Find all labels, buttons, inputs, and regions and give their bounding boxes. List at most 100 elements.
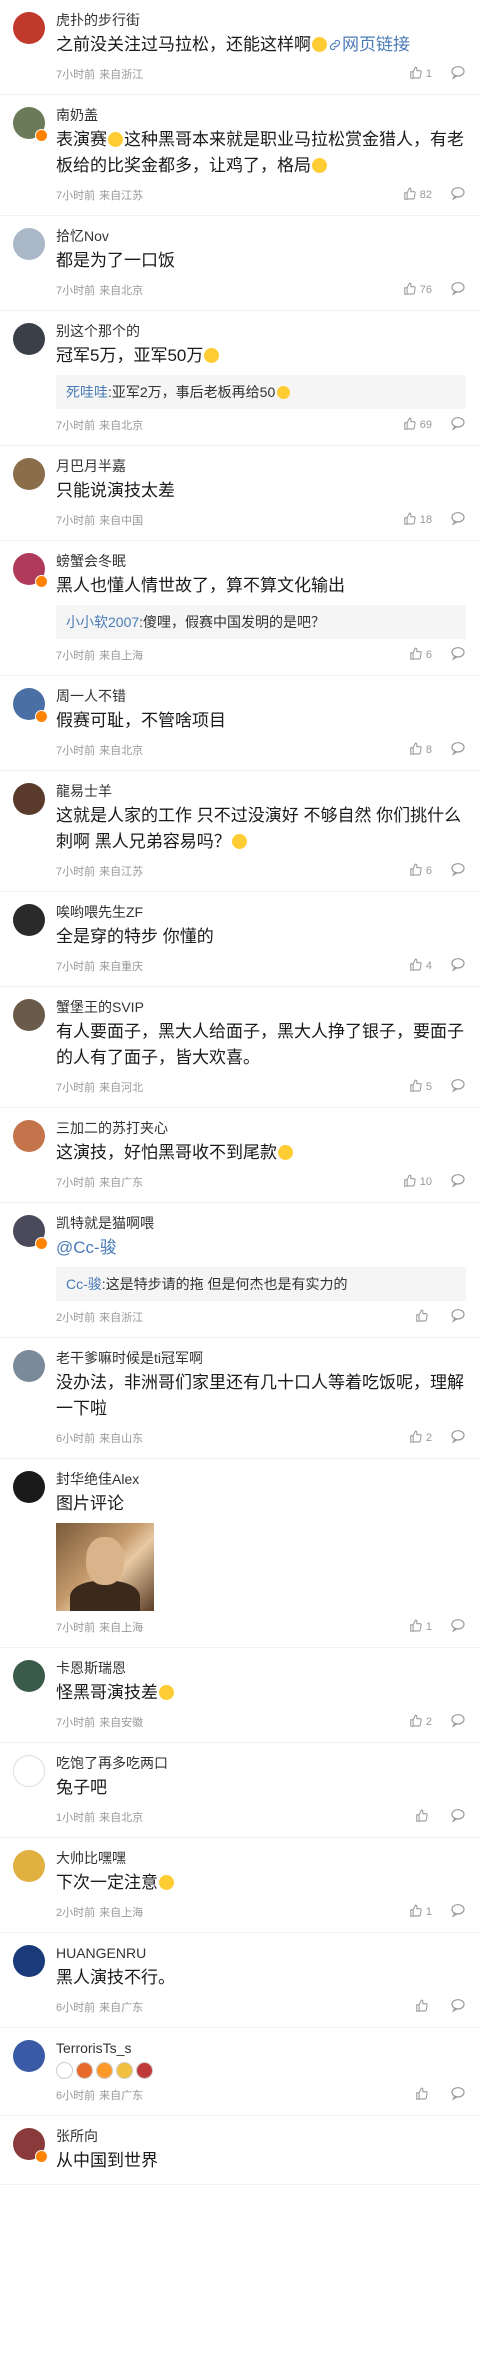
comment-bubble-icon[interactable]: [450, 1807, 466, 1828]
comment-item[interactable]: 大帅比嘿嘿 下次一定注意 2小时前 来自上海 1: [0, 1838, 480, 1933]
comment-author[interactable]: 南奶盖: [56, 103, 466, 125]
comment-bubble-icon[interactable]: [450, 1617, 466, 1638]
reply-preview[interactable]: 小小软2007:傻哩，假赛中国发明的是吧？: [56, 605, 466, 639]
like-button[interactable]: 6: [409, 647, 432, 664]
comment-author[interactable]: 拾忆Nov: [56, 224, 466, 246]
avatar[interactable]: [13, 458, 47, 492]
avatar[interactable]: [13, 323, 47, 357]
like-button[interactable]: 10: [403, 1174, 432, 1191]
avatar[interactable]: [13, 904, 47, 938]
comment-item[interactable]: 蟹堡王的SVIP 有人要面子，黑大人给面子，黑大人挣了银子，要面子的人有了面子，皆…: [0, 987, 480, 1108]
comment-bubble-icon[interactable]: [450, 740, 466, 761]
reply-author[interactable]: 小小软2007: [66, 614, 139, 630]
comment-author[interactable]: HUANGENRU: [56, 1941, 466, 1963]
comment-bubble-icon[interactable]: [450, 280, 466, 301]
comment-item[interactable]: 吃饱了再多吃两口 兔子吧 1小时前 来自北京: [0, 1743, 480, 1838]
avatar[interactable]: [13, 2040, 47, 2074]
comment-author[interactable]: 卡恩斯瑞恩: [56, 1656, 466, 1678]
comment-item[interactable]: 凯特就是猫啊喂 @Cc-骏 Cc-骏:这是特步请的拖 但是何杰也是有实力的 2小时前来…: [0, 1203, 480, 1338]
avatar[interactable]: [13, 783, 47, 817]
avatar[interactable]: [13, 1945, 47, 1979]
comment-bubble-icon[interactable]: [450, 1428, 466, 1449]
comment-bubble-icon[interactable]: [450, 64, 466, 85]
avatar[interactable]: [13, 228, 47, 262]
comment-item[interactable]: HUANGENRU 黑人演技不行。 6小时前 来自广东: [0, 1933, 480, 2028]
comment-author[interactable]: 张所向: [56, 2124, 466, 2146]
comment-author[interactable]: 三加二的苏打夹心: [56, 1116, 466, 1138]
like-button[interactable]: 1: [409, 66, 432, 83]
avatar[interactable]: [13, 2128, 48, 2163]
comment-author[interactable]: 周一人不错: [56, 684, 466, 706]
web-link[interactable]: 网页链接: [328, 35, 410, 54]
comment-bubble-icon[interactable]: [450, 1712, 466, 1733]
comment-bubble-icon[interactable]: [450, 1902, 466, 1923]
comment-author[interactable]: 虎扑的步行街: [56, 8, 466, 30]
like-button[interactable]: 18: [403, 512, 432, 529]
like-button[interactable]: 76: [403, 282, 432, 299]
comment-bubble-icon[interactable]: [450, 2085, 466, 2106]
comment-item[interactable]: 拾忆Nov 都是为了一口饭 7小时前 来自北京 76: [0, 216, 480, 311]
comment-item[interactable]: 封华绝佳Alex 图片评论 7小时前 来自上海 1: [0, 1459, 480, 1648]
comment-author[interactable]: 老干爹嘛时候是ti冠军啊: [56, 1346, 466, 1368]
like-button[interactable]: 1: [409, 1619, 432, 1636]
comment-bubble-icon[interactable]: [450, 510, 466, 531]
avatar[interactable]: [13, 688, 48, 723]
mention-link[interactable]: @Cc-骏: [56, 1238, 117, 1257]
reply-preview[interactable]: Cc-骏:这是特步请的拖 但是何杰也是有实力的: [56, 1267, 466, 1301]
comment-author[interactable]: 螃蟹会冬眠: [56, 549, 466, 571]
comment-item[interactable]: 老干爹嘛时候是ti冠军啊 没办法，非洲哥们家里还有几十口人等着吃饭呢，理解一下啦 6…: [0, 1338, 480, 1459]
like-button[interactable]: 2: [409, 1430, 432, 1447]
comment-author[interactable]: 凯特就是猫啊喂: [56, 1211, 466, 1233]
comment-item[interactable]: 张所向 从中国到世界: [0, 2116, 480, 2185]
avatar[interactable]: [13, 1850, 47, 1884]
comment-bubble-icon[interactable]: [450, 645, 466, 666]
comment-item[interactable]: TerrorisTs_s 6小时前 来自广东: [0, 2028, 480, 2116]
comment-bubble-icon[interactable]: [450, 1077, 466, 1098]
comment-item[interactable]: 南奶盖 表演赛 这种黑哥本来就是职业马拉松赏金猎人，有老板给的比奖金都多，让鸡了，格…: [0, 95, 480, 216]
comment-author[interactable]: 唉哟喂先生ZF: [56, 900, 466, 922]
comment-item[interactable]: 别这个那个的 冠军5万，亚军50万 死哇哇:亚军2万，事后老板再给50 7小时前 来自北…: [0, 311, 480, 446]
avatar[interactable]: [13, 1471, 47, 1505]
comment-item[interactable]: 虎扑的步行街 之前没关注过马拉松，还能这样啊 网页链接 7小时前 来自浙江 1: [0, 0, 480, 95]
comment-author[interactable]: TerrorisTs_s: [56, 2036, 466, 2058]
comment-item[interactable]: 唉哟喂先生ZF 全是穿的特步 你懂的 7小时前 来自重庆 4: [0, 892, 480, 987]
comment-item[interactable]: 卡恩斯瑞恩 怪黑哥演技差 7小时前 来自安徽 2: [0, 1648, 480, 1743]
comment-author[interactable]: 月巴月半嘉: [56, 454, 466, 476]
reply-author[interactable]: 死哇哇: [66, 384, 108, 400]
reply-preview[interactable]: 死哇哇:亚军2万，事后老板再给50: [56, 375, 466, 409]
like-button[interactable]: 82: [403, 187, 432, 204]
comment-item[interactable]: 三加二的苏打夹心 这演技，好怕黑哥收不到尾款 7小时前 来自广东 10: [0, 1108, 480, 1203]
like-button[interactable]: [415, 1999, 432, 2016]
comment-author[interactable]: 封华绝佳Alex: [56, 1467, 466, 1489]
like-button[interactable]: [415, 2087, 432, 2104]
comment-item[interactable]: 周一人不错 假赛可耻，不管啥项目 7小时前 来自北京 8: [0, 676, 480, 771]
avatar[interactable]: [13, 1755, 47, 1789]
comment-bubble-icon[interactable]: [450, 415, 466, 436]
like-button[interactable]: 8: [409, 742, 432, 759]
comment-item[interactable]: 螃蟹会冬眠 黑人也懂人情世故了，算不算文化输出 小小软2007:傻哩，假赛中国发明的…: [0, 541, 480, 676]
comment-bubble-icon[interactable]: [450, 185, 466, 206]
avatar[interactable]: [13, 1120, 47, 1154]
avatar[interactable]: [13, 1660, 47, 1694]
avatar[interactable]: [13, 107, 48, 142]
like-button[interactable]: 4: [409, 958, 432, 975]
avatar[interactable]: [13, 1350, 47, 1384]
comment-item[interactable]: 龍易士羊 这就是人家的工作 只不过没演好 不够自然 你们挑什么刺啊 黑人兄弟容易吗…: [0, 771, 480, 892]
comment-bubble-icon[interactable]: [450, 1997, 466, 2018]
comment-item[interactable]: 月巴月半嘉 只能说演技太差 7小时前 来自中国 18: [0, 446, 480, 541]
comment-bubble-icon[interactable]: [450, 1172, 466, 1193]
comment-author[interactable]: 蟹堡王的SVIP: [56, 995, 466, 1017]
like-button[interactable]: 2: [409, 1714, 432, 1731]
avatar[interactable]: [13, 1215, 48, 1250]
avatar[interactable]: [13, 999, 47, 1033]
like-button[interactable]: [415, 1309, 432, 1326]
like-button[interactable]: 5: [409, 1079, 432, 1096]
comment-bubble-icon[interactable]: [450, 861, 466, 882]
comment-bubble-icon[interactable]: [450, 1307, 466, 1328]
reply-author[interactable]: Cc-骏: [66, 1276, 102, 1292]
comment-author[interactable]: 大帅比嘿嘿: [56, 1846, 466, 1868]
like-button[interactable]: 6: [409, 863, 432, 880]
like-button[interactable]: 69: [403, 417, 432, 434]
like-button[interactable]: [415, 1809, 432, 1826]
comment-bubble-icon[interactable]: [450, 956, 466, 977]
